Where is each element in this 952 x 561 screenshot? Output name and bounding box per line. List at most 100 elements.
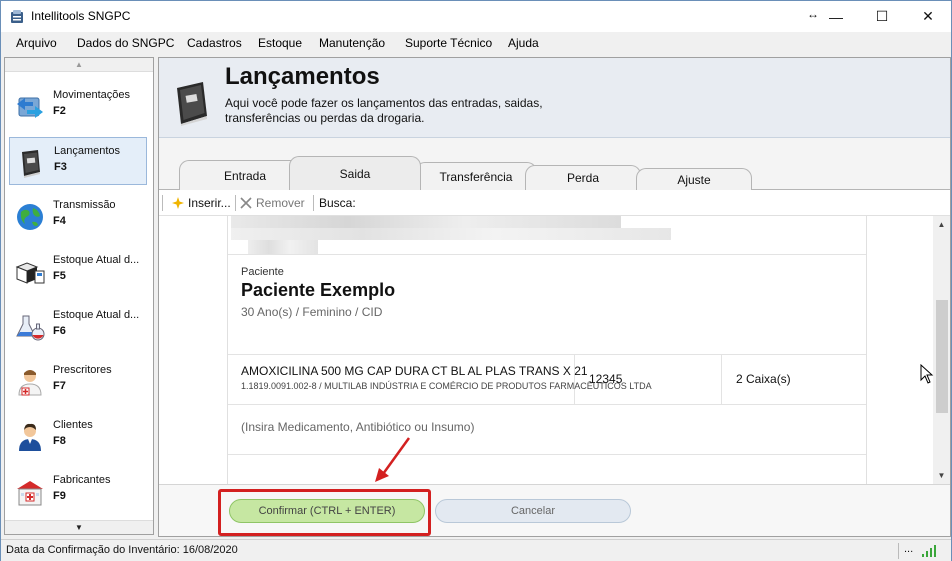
insert-medication-input[interactable]: (Insira Medicamento, Antibiótico ou Insu… xyxy=(241,420,474,434)
scroll-down-arrow[interactable]: ▼ xyxy=(933,467,950,484)
sidebar-item-shortcut: F8 xyxy=(53,435,66,447)
sidebar-item-label: Prescritores xyxy=(53,364,112,376)
minimize-icon: — xyxy=(829,8,843,25)
toolbar: Inserir... Remover Busca: xyxy=(159,190,950,216)
signal-strength-icon xyxy=(922,545,936,557)
status-bar: Data da Confirmação do Inventário: 16/08… xyxy=(1,539,951,561)
status-separator xyxy=(898,543,899,559)
remove-button[interactable]: Remover xyxy=(240,196,305,210)
patient-section-label: Paciente xyxy=(241,266,284,278)
sidebar-item-label: Lançamentos xyxy=(54,145,121,157)
remove-label: Remover xyxy=(256,196,305,210)
doctor-icon xyxy=(18,370,42,396)
sidebar-item-label: Estoque Atual d... xyxy=(53,309,140,321)
divider xyxy=(228,404,866,405)
minimize-button[interactable]: — xyxy=(813,1,859,32)
toolbar-grip xyxy=(162,195,163,211)
close-icon: ✕ xyxy=(922,8,934,24)
sidebar-item-movimentacoes[interactable]: Movimentações F2 xyxy=(9,82,147,130)
tab-label: Ajuste xyxy=(677,172,711,187)
menu-ajuda[interactable]: Ajuda xyxy=(508,36,539,50)
sidebar-item-shortcut: F6 xyxy=(53,325,66,337)
page-header: Lançamentos Aqui você pode fazer os lanç… xyxy=(159,58,950,138)
remove-x-icon xyxy=(240,197,252,209)
boxes-icon xyxy=(15,262,45,284)
sidebar-item-label: Estoque Atual d... xyxy=(53,254,140,266)
sidebar-scroll-up[interactable]: ▲ xyxy=(5,58,153,72)
toolbar-separator xyxy=(313,195,314,211)
sidebar-item-estoque-atual-2[interactable]: Estoque Atual d... F6 xyxy=(9,302,147,350)
title-bar: Intellitools SNGPC ↔ — ☐ ✕ xyxy=(1,1,951,32)
divider xyxy=(228,354,866,355)
search-input[interactable] xyxy=(355,193,615,213)
tab-transferencia[interactable]: Transferência xyxy=(415,162,537,190)
tab-label: Saida xyxy=(339,166,371,181)
sidebar-item-clientes[interactable]: Clientes F8 xyxy=(9,412,147,460)
toolbar-separator xyxy=(235,195,236,211)
sidebar-item-fabricantes[interactable]: Fabricantes F9 xyxy=(9,467,147,515)
maximize-button[interactable]: ☐ xyxy=(859,1,905,32)
divider xyxy=(721,354,722,404)
medication-quantity[interactable]: 2 Caixa(s) xyxy=(736,372,791,386)
menu-cadastros[interactable]: Cadastros xyxy=(187,36,242,50)
medication-name[interactable]: AMOXICILINA 500 MG CAP DURA CT BL AL PLA… xyxy=(241,364,588,378)
patient-info: 30 Ano(s) / Feminino / CID xyxy=(241,305,383,319)
content-scrollbar[interactable]: ▲ ▼ xyxy=(933,216,950,484)
flask-icon xyxy=(16,315,45,341)
maximize-icon: ☐ xyxy=(875,8,889,24)
tab-label: Perda xyxy=(566,171,600,185)
sidebar: ▲ Movimentações F2 Lançamentos F3 Transm… xyxy=(4,57,154,535)
divider xyxy=(228,454,866,455)
redacted-area xyxy=(231,228,671,240)
sidebar-item-shortcut: F2 xyxy=(53,105,66,117)
menu-arquivo[interactable]: Arquivo xyxy=(16,36,57,50)
star-icon xyxy=(172,197,184,209)
main-panel: Lançamentos Aqui você pode fazer os lanç… xyxy=(158,57,951,537)
factory-icon xyxy=(17,481,43,506)
person-icon xyxy=(19,423,41,451)
sidebar-item-label: Transmissão xyxy=(53,199,116,211)
app-logo-icon xyxy=(11,10,23,23)
sidebar-item-estoque-atual-1[interactable]: Estoque Atual d... F5 xyxy=(9,247,147,295)
action-footer: Confirmar (CTRL + ENTER) Cancelar xyxy=(159,484,950,536)
sidebar-item-shortcut: F4 xyxy=(53,215,66,227)
insert-button[interactable]: Inserir... xyxy=(172,196,231,210)
page-description: Aqui você pode fazer os lançamentos das … xyxy=(225,96,543,125)
sidebar-item-lancamentos[interactable]: Lançamentos F3 xyxy=(9,137,147,185)
sale-card: Paciente Paciente Exemplo 30 Ano(s) / Fe… xyxy=(227,216,867,484)
divider xyxy=(228,254,866,255)
menu-dados-sngpc[interactable]: Dados do SNGPC xyxy=(77,36,174,50)
movimentacoes-icon xyxy=(17,97,43,118)
status-more[interactable]: ... xyxy=(904,543,913,555)
sidebar-item-label: Movimentações xyxy=(53,89,131,101)
insert-label: Inserir... xyxy=(188,196,231,210)
sidebar-item-label: Clientes xyxy=(53,419,93,431)
scroll-up-arrow[interactable]: ▲ xyxy=(933,216,950,233)
mouse-cursor-icon xyxy=(920,364,934,384)
menu-estoque[interactable]: Estoque xyxy=(258,36,302,50)
search-label-text: Busca: xyxy=(319,196,356,210)
annotation-highlight-box xyxy=(218,489,431,536)
cancel-button[interactable]: Cancelar xyxy=(435,499,631,523)
scroll-thumb[interactable] xyxy=(936,300,948,413)
window-title: Intellitools SNGPC xyxy=(31,9,131,23)
close-button[interactable]: ✕ xyxy=(905,1,951,32)
tab-perda[interactable]: Perda xyxy=(525,165,641,190)
book-icon xyxy=(22,150,40,178)
status-text: Data da Confirmação do Inventário: 16/08… xyxy=(6,544,238,556)
medication-code: 12345 xyxy=(589,372,623,386)
menu-bar: Arquivo Dados do SNGPC Cadastros Estoque… xyxy=(1,32,951,56)
sidebar-item-transmissao[interactable]: Transmissão F4 xyxy=(9,192,147,240)
tab-saida[interactable]: Saida xyxy=(289,156,421,190)
sidebar-item-label: Fabricantes xyxy=(53,474,111,486)
redacted-area xyxy=(231,216,621,228)
divider xyxy=(574,354,575,404)
menu-manutencao[interactable]: Manutenção xyxy=(319,36,385,50)
menu-suporte-tecnico[interactable]: Suporte Técnico xyxy=(405,36,492,50)
sidebar-scroll-down[interactable]: ▼ xyxy=(5,520,153,534)
tab-ajuste[interactable]: Ajuste xyxy=(636,168,752,190)
sidebar-item-prescritores[interactable]: Prescritores F7 xyxy=(9,357,147,405)
search-label: Busca: xyxy=(319,196,356,210)
tab-label: Transferência xyxy=(439,169,513,184)
book-icon xyxy=(177,82,207,126)
